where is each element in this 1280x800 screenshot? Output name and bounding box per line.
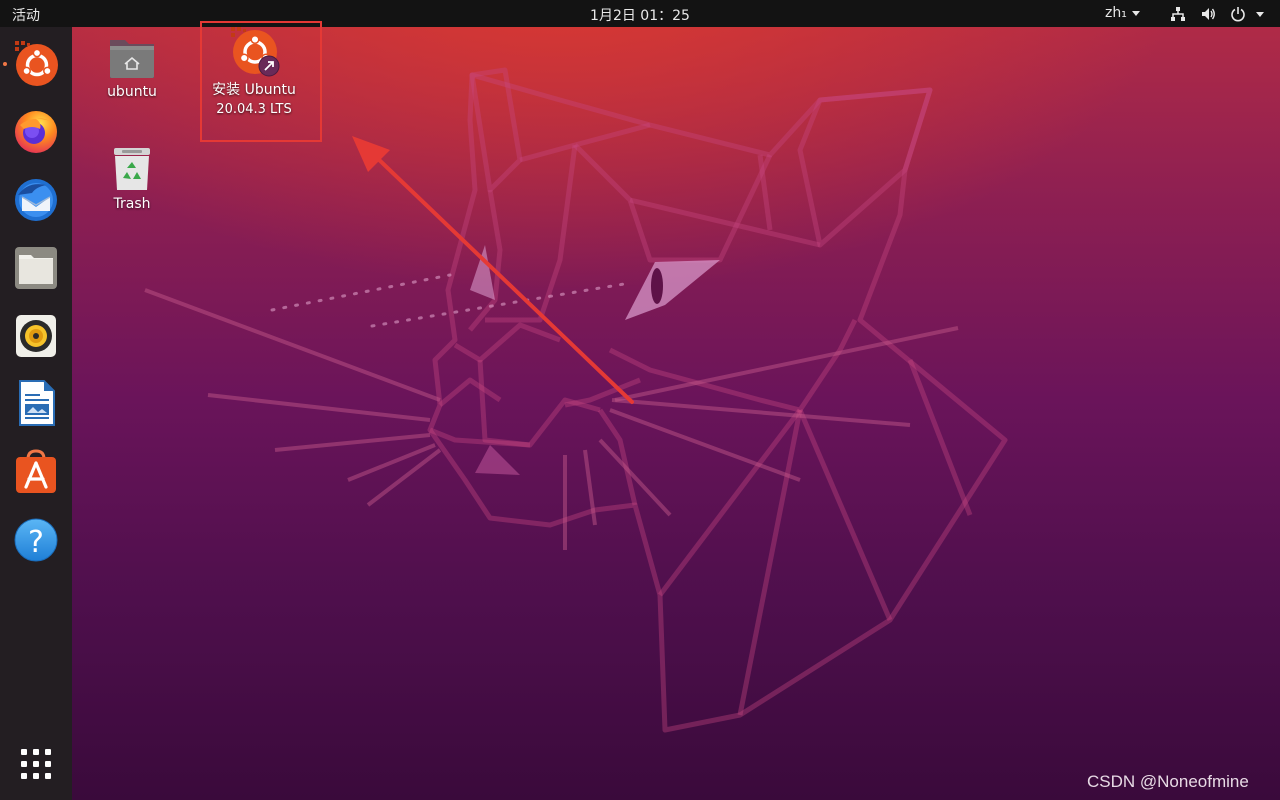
annotation-arrow [352,136,634,404]
watermark: CSDN @Noneofmine [1087,772,1249,791]
